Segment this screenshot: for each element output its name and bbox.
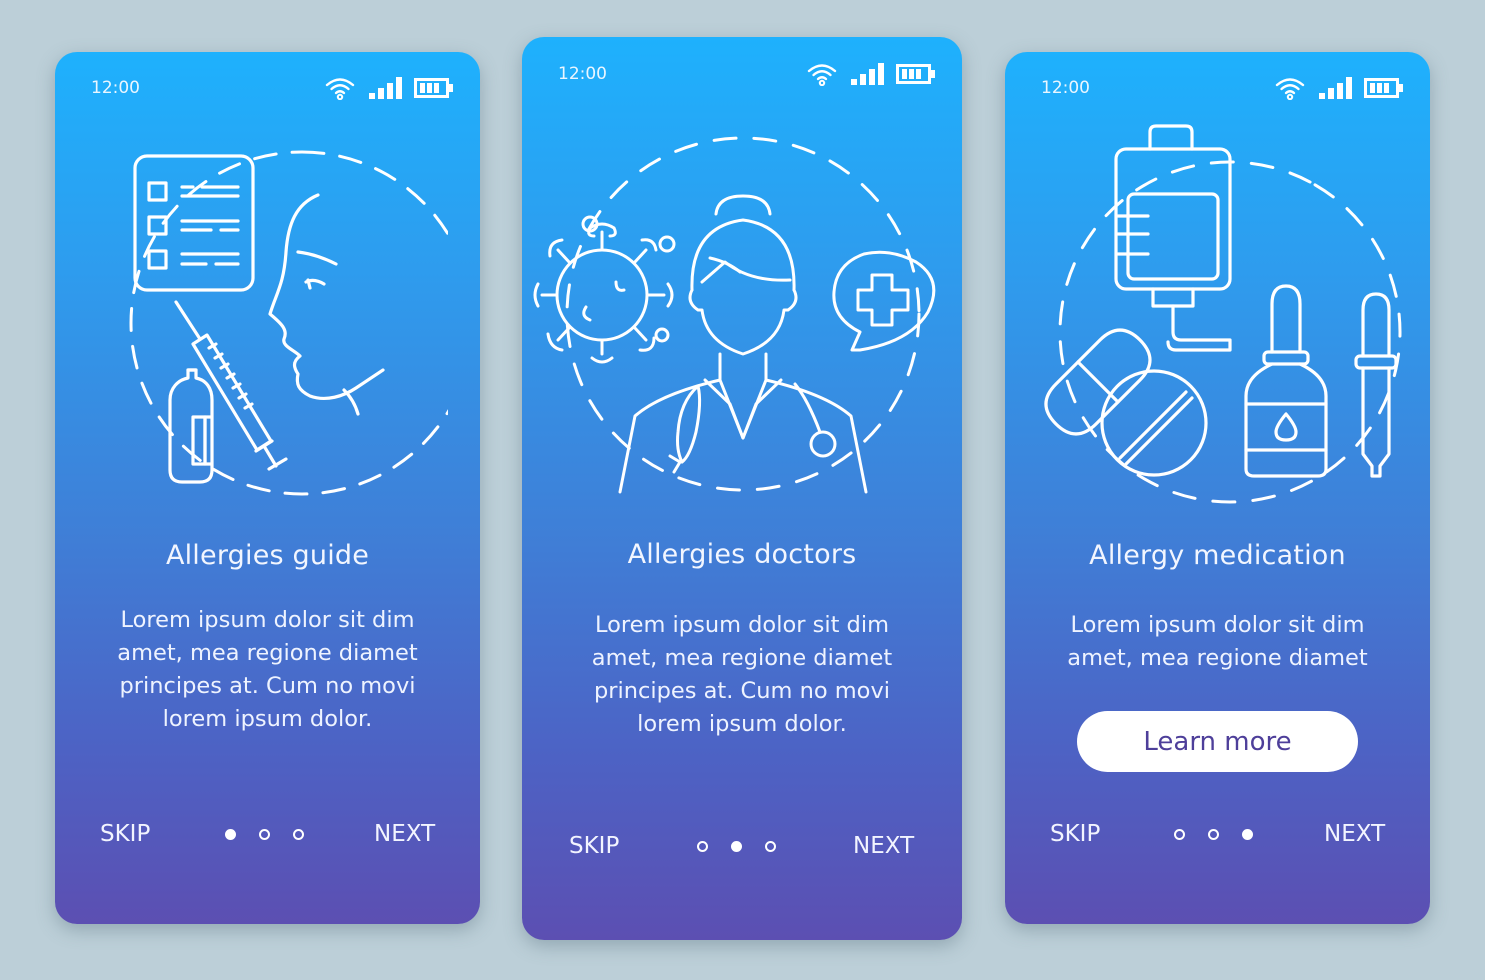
onboarding-screen-allergy-medication: 12:00 Allergy medication Lorem ipsum dol… [1005, 52, 1430, 924]
description-line: lorem ipsum dolor. [637, 711, 847, 737]
description-line: principes at. Cum no movi [119, 673, 416, 699]
medicine-bottle-icon [1243, 284, 1328, 478]
battery-icon [896, 64, 936, 88]
description-line: principes at. Cum no movi [593, 678, 891, 704]
page-dot[interactable] [1208, 829, 1219, 840]
signal-icon [1318, 77, 1352, 103]
description-line: Lorem ipsum dolor sit dim [1070, 612, 1365, 638]
page-dot[interactable] [697, 841, 708, 852]
page-indicator [225, 829, 304, 840]
virus-icon [533, 215, 675, 364]
dashed-circle-decoration [1058, 160, 1401, 504]
battery-icon [414, 78, 454, 102]
checklist-icon [132, 154, 255, 292]
signal-icon [368, 77, 402, 103]
page-dot[interactable] [1174, 829, 1185, 840]
tablet-pill-icon [1099, 369, 1208, 477]
status-time: 12:00 [1041, 78, 1090, 98]
stethoscope-icon [668, 382, 836, 474]
wifi-icon [324, 76, 356, 104]
status-bar: 12:00 [522, 62, 962, 88]
dropper-icon [1353, 292, 1398, 478]
face-profile-icon [267, 193, 385, 416]
onboarding-nav: SKIP NEXT [55, 821, 480, 851]
illustration-doctor [522, 132, 962, 502]
onboarding-screen-allergies-doctors: 12:00 Allergies doctors Lorem ipsum dolo… [522, 37, 962, 940]
status-bar: 12:00 [55, 76, 480, 102]
skip-button[interactable]: SKIP [569, 833, 619, 859]
iv-bag-icon [1113, 124, 1232, 352]
next-button[interactable]: NEXT [374, 821, 435, 847]
description-line: amet, mea regione diamet [1067, 645, 1368, 671]
next-button[interactable]: NEXT [1324, 821, 1385, 847]
skip-button[interactable]: SKIP [1050, 821, 1100, 847]
page-dot[interactable] [293, 829, 304, 840]
page-indicator [697, 841, 776, 852]
dashed-circle-decoration [129, 150, 448, 496]
page-dot-active[interactable] [225, 829, 236, 840]
screen-description: Lorem ipsum dolor sit dim amet, mea regi… [1005, 609, 1430, 675]
onboarding-screen-allergies-guide: 12:00 Allergies guide Lorem ipsum dolor … [55, 52, 480, 924]
description-line: amet, mea regione diamet [117, 640, 418, 666]
wifi-icon [806, 62, 838, 90]
screen-title: Allergies doctors [627, 539, 857, 570]
page-dot-active[interactable] [1242, 829, 1253, 840]
battery-icon [1364, 78, 1404, 102]
description-line: amet, mea regione diamet [591, 645, 893, 671]
status-bar: 12:00 [1005, 76, 1430, 102]
description-line: Lorem ipsum dolor sit dim [594, 612, 890, 638]
status-time: 12:00 [558, 64, 607, 84]
signal-icon [850, 63, 884, 89]
onboarding-nav: SKIP NEXT [1005, 821, 1430, 851]
status-time: 12:00 [91, 78, 140, 98]
screen-title: Allergies guide [165, 540, 370, 571]
illustration-allergy-test [55, 134, 480, 504]
learn-more-button[interactable]: Learn more [1077, 711, 1358, 772]
illustration-medication [1005, 114, 1430, 504]
page-dot[interactable] [259, 829, 270, 840]
doctor-icon [618, 194, 867, 494]
page-indicator [1174, 829, 1253, 840]
screen-description: Lorem ipsum dolor sit dim amet, mea regi… [55, 604, 480, 736]
vial-icon [167, 368, 214, 484]
onboarding-nav: SKIP NEXT [522, 833, 962, 863]
page-dot-active[interactable] [731, 841, 742, 852]
screen-title: Allergy medication [1089, 540, 1346, 571]
description-line: Lorem ipsum dolor sit dim [120, 607, 415, 633]
description-line: lorem ipsum dolor. [162, 706, 373, 732]
wifi-icon [1274, 76, 1306, 104]
skip-button[interactable]: SKIP [100, 821, 150, 847]
page-dot[interactable] [765, 841, 776, 852]
screen-description: Lorem ipsum dolor sit dim amet, mea regi… [522, 609, 962, 741]
next-button[interactable]: NEXT [853, 833, 914, 859]
